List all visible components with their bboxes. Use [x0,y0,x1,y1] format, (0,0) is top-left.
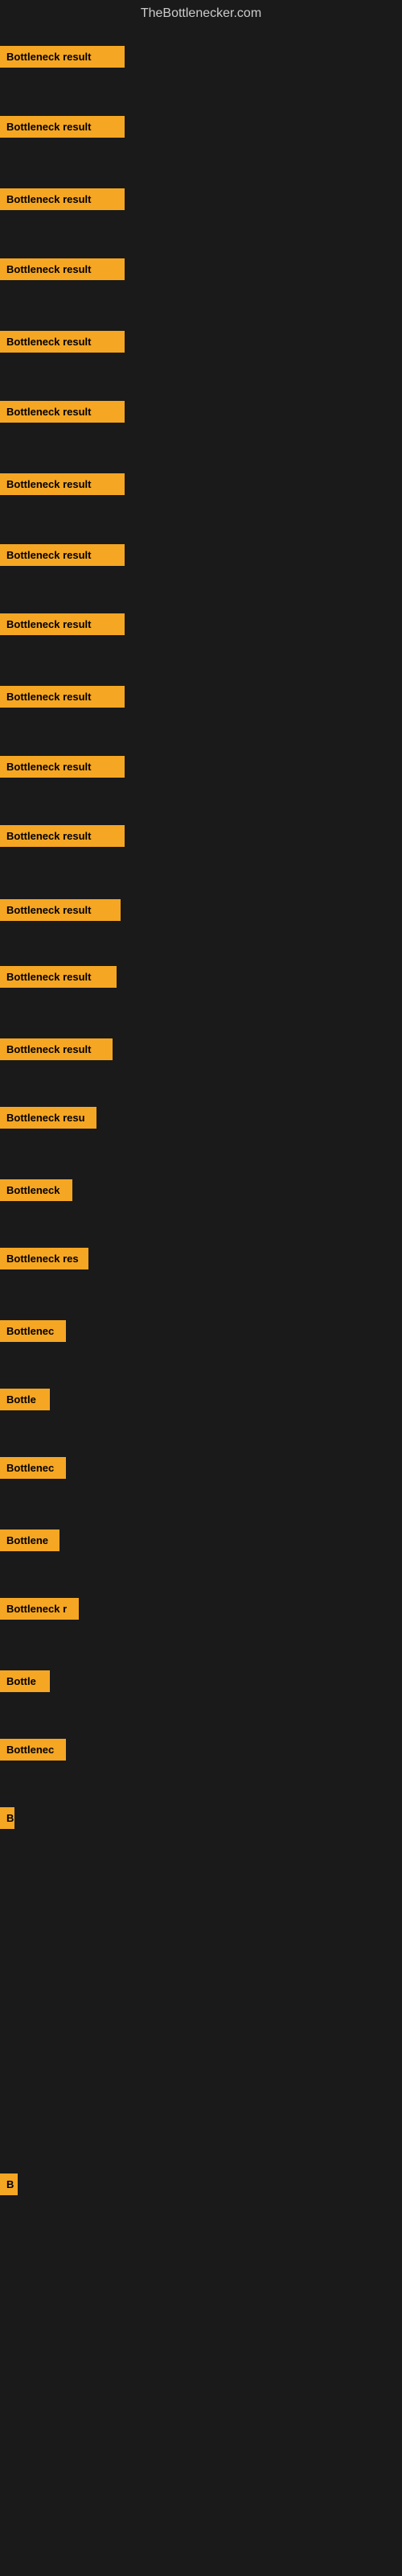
bottleneck-result-1: Bottleneck result [0,116,125,138]
bottleneck-result-17: Bottleneck res [0,1248,88,1269]
bottleneck-result-11: Bottleneck result [0,825,125,847]
bottleneck-result-7: Bottleneck result [0,544,125,566]
bottleneck-result-26: B [0,2174,18,2195]
bottleneck-result-13: Bottleneck result [0,966,117,988]
bottleneck-result-5: Bottleneck result [0,401,125,423]
bottleneck-result-0: Bottleneck result [0,46,125,68]
bottleneck-result-21: Bottlene [0,1530,59,1551]
bottleneck-result-3: Bottleneck result [0,258,125,280]
bottleneck-result-2: Bottleneck result [0,188,125,210]
bottleneck-result-25: B [0,1807,14,1829]
bottleneck-result-22: Bottleneck r [0,1598,79,1620]
site-title: TheBottlenecker.com [0,0,402,27]
bottleneck-result-24: Bottlenec [0,1739,66,1761]
bottleneck-result-19: Bottle [0,1389,50,1410]
bottleneck-result-18: Bottlenec [0,1320,66,1342]
bottleneck-result-8: Bottleneck result [0,613,125,635]
bottleneck-result-6: Bottleneck result [0,473,125,495]
bottleneck-result-16: Bottleneck [0,1179,72,1201]
bottleneck-result-12: Bottleneck result [0,899,121,921]
bottleneck-result-15: Bottleneck resu [0,1107,96,1129]
bottleneck-result-23: Bottle [0,1670,50,1692]
bottleneck-result-10: Bottleneck result [0,756,125,778]
bottleneck-result-14: Bottleneck result [0,1038,113,1060]
bottleneck-result-4: Bottleneck result [0,331,125,353]
bottleneck-result-9: Bottleneck result [0,686,125,708]
bottleneck-result-20: Bottlenec [0,1457,66,1479]
